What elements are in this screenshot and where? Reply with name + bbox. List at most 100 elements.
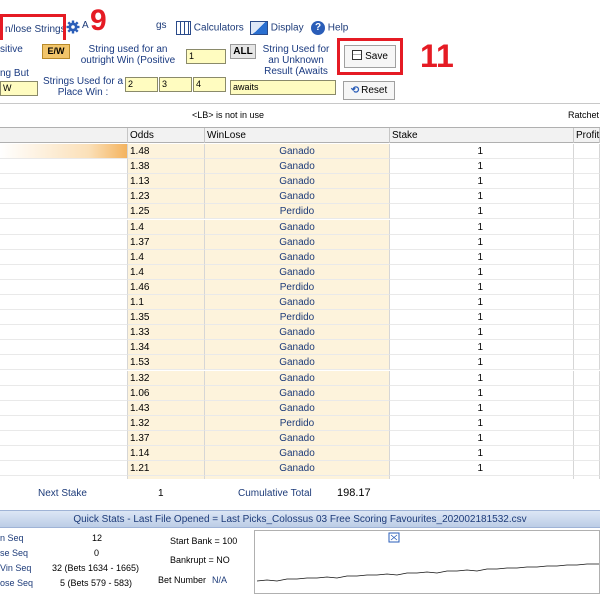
odds-cell[interactable]: 1.43 bbox=[128, 400, 205, 416]
profit-cell[interactable] bbox=[574, 174, 600, 190]
odds-cell[interactable]: 1.53 bbox=[128, 355, 205, 371]
odds-cell[interactable]: 1.37 bbox=[128, 430, 205, 446]
row-name-cell[interactable] bbox=[0, 249, 128, 265]
odds-cell[interactable]: 1.46 bbox=[128, 279, 205, 295]
stake-cell[interactable]: 1 bbox=[390, 400, 574, 416]
table-row[interactable]: 1.48 Ganado 1 bbox=[0, 144, 600, 160]
winlose-cell[interactable]: Ganado bbox=[205, 340, 390, 356]
winlose-cell[interactable]: Ganado bbox=[205, 295, 390, 311]
table-row[interactable]: 1.25 Perdido 1 bbox=[0, 204, 600, 220]
table-row[interactable]: 1.4 Ganado 1 bbox=[0, 249, 600, 265]
winlose-cell[interactable]: Ganado bbox=[205, 355, 390, 371]
odds-cell[interactable]: 1.23 bbox=[128, 189, 205, 205]
table-row[interactable]: 1.37 Ganado 1 bbox=[0, 234, 600, 250]
odds-cell[interactable] bbox=[128, 476, 205, 479]
odds-cell[interactable]: 1.48 bbox=[128, 144, 205, 160]
odds-cell[interactable]: 1.33 bbox=[128, 325, 205, 341]
outright-win-input[interactable]: 1 bbox=[186, 49, 226, 64]
row-name-cell[interactable] bbox=[0, 310, 128, 326]
odds-cell[interactable]: 1.32 bbox=[128, 370, 205, 386]
stake-cell[interactable]: 1 bbox=[390, 415, 574, 431]
stake-cell[interactable]: 1 bbox=[390, 189, 574, 205]
odds-cell[interactable]: 1.06 bbox=[128, 385, 205, 401]
row-name-cell[interactable] bbox=[0, 461, 128, 477]
save-button[interactable]: Save bbox=[344, 45, 396, 68]
odds-cell[interactable]: 1.32 bbox=[128, 415, 205, 431]
winlose-cell[interactable]: Ganado bbox=[205, 430, 390, 446]
row-name-cell[interactable] bbox=[0, 370, 128, 386]
winlose-cell[interactable]: Ganado bbox=[205, 461, 390, 477]
profit-cell[interactable] bbox=[574, 234, 600, 250]
winlose-cell[interactable]: Ganado bbox=[205, 144, 390, 160]
stake-cell[interactable]: 1 bbox=[390, 430, 574, 446]
winlose-cell[interactable]: Ganado bbox=[205, 174, 390, 190]
odds-cell[interactable]: 1.4 bbox=[128, 219, 205, 235]
row-name-cell[interactable] bbox=[0, 204, 128, 220]
stake-cell[interactable]: 1 bbox=[390, 310, 574, 326]
row-name-cell[interactable] bbox=[0, 400, 128, 416]
table-row[interactable]: 1.32 Ganado 1 bbox=[0, 370, 600, 386]
table-row[interactable] bbox=[0, 476, 600, 479]
table-row[interactable]: 1.43 Ganado 1 bbox=[0, 400, 600, 416]
settings-menu-fragment[interactable]: gs bbox=[156, 20, 167, 31]
row-name-cell[interactable] bbox=[0, 446, 128, 462]
stake-cell[interactable]: 1 bbox=[390, 264, 574, 280]
winlose-cell[interactable]: Ganado bbox=[205, 249, 390, 265]
profit-cell[interactable] bbox=[574, 249, 600, 265]
gear-icon[interactable] bbox=[66, 20, 80, 34]
table-row[interactable]: 1.33 Ganado 1 bbox=[0, 325, 600, 341]
stake-cell[interactable]: 1 bbox=[390, 204, 574, 220]
header-winlose[interactable]: WinLose bbox=[205, 128, 390, 143]
table-row[interactable]: 1.35 Perdido 1 bbox=[0, 310, 600, 326]
header-odds[interactable]: Odds bbox=[128, 128, 205, 143]
odds-cell[interactable]: 1.35 bbox=[128, 310, 205, 326]
table-row[interactable]: 1.34 Ganado 1 bbox=[0, 340, 600, 356]
odds-cell[interactable]: 1.14 bbox=[128, 446, 205, 462]
header-blank[interactable] bbox=[0, 128, 128, 143]
winlose-cell[interactable]: Ganado bbox=[205, 400, 390, 416]
table-row[interactable]: 1.46 Perdido 1 bbox=[0, 279, 600, 295]
help-menu[interactable]: ? Help bbox=[311, 21, 348, 35]
odds-cell[interactable]: 1.21 bbox=[128, 461, 205, 477]
row-name-cell[interactable] bbox=[0, 264, 128, 280]
stake-cell[interactable]: 1 bbox=[390, 295, 574, 311]
winlose-cell[interactable]: Ganado bbox=[205, 234, 390, 250]
row-name-cell[interactable] bbox=[0, 385, 128, 401]
stake-cell[interactable]: 1 bbox=[390, 159, 574, 175]
stake-cell[interactable]: 1 bbox=[390, 174, 574, 190]
stake-cell[interactable]: 1 bbox=[390, 340, 574, 356]
winlose-cell[interactable] bbox=[205, 476, 390, 479]
stake-cell[interactable]: 1 bbox=[390, 370, 574, 386]
table-row[interactable]: 1.14 Ganado 1 bbox=[0, 446, 600, 462]
stake-cell[interactable]: 1 bbox=[390, 234, 574, 250]
winlose-cell[interactable]: Perdido bbox=[205, 279, 390, 295]
ew-button[interactable]: E/W bbox=[42, 44, 70, 59]
profit-cell[interactable] bbox=[574, 385, 600, 401]
profit-cell[interactable] bbox=[574, 461, 600, 477]
stake-cell[interactable]: 1 bbox=[390, 279, 574, 295]
reset-button[interactable]: ⟲ Reset bbox=[343, 81, 395, 100]
odds-cell[interactable]: 1.1 bbox=[128, 295, 205, 311]
row-name-cell[interactable] bbox=[0, 476, 128, 479]
row-name-cell[interactable] bbox=[0, 325, 128, 341]
profit-cell[interactable] bbox=[574, 430, 600, 446]
profit-cell[interactable] bbox=[574, 400, 600, 416]
stake-cell[interactable]: 1 bbox=[390, 461, 574, 477]
row-name-cell[interactable] bbox=[0, 355, 128, 371]
stake-cell[interactable]: 1 bbox=[390, 219, 574, 235]
winlose-cell[interactable]: Ganado bbox=[205, 264, 390, 280]
profit-cell[interactable] bbox=[574, 144, 600, 160]
row-name-cell[interactable] bbox=[0, 189, 128, 205]
profit-cell[interactable] bbox=[574, 325, 600, 341]
profit-cell[interactable] bbox=[574, 295, 600, 311]
table-row[interactable]: 1.21 Ganado 1 bbox=[0, 461, 600, 477]
profit-cell[interactable] bbox=[574, 279, 600, 295]
winlose-cell[interactable]: Ganado bbox=[205, 189, 390, 205]
place-win-input-2[interactable]: 3 bbox=[159, 77, 192, 92]
profit-cell[interactable] bbox=[574, 355, 600, 371]
profit-cell[interactable] bbox=[574, 446, 600, 462]
header-stake[interactable]: Stake bbox=[390, 128, 574, 143]
row-name-cell[interactable] bbox=[0, 144, 128, 160]
odds-cell[interactable]: 1.13 bbox=[128, 174, 205, 190]
profit-cell[interactable] bbox=[574, 340, 600, 356]
